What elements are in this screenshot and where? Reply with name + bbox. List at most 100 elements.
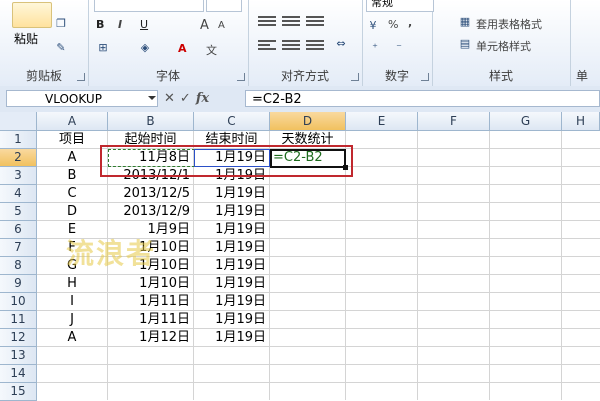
column-header-a[interactable]: A: [37, 112, 108, 131]
align-middle-icon[interactable]: [282, 14, 300, 28]
table-format-button[interactable]: 套用表格格式: [476, 16, 542, 32]
insert-function-icon[interactable]: fx: [196, 90, 209, 107]
row-header-14[interactable]: 14: [0, 365, 37, 383]
number-format-select[interactable]: 常规: [366, 0, 434, 12]
cell-b4[interactable]: 2013/12/5: [108, 185, 194, 203]
formula-input[interactable]: =C2-B2: [245, 90, 600, 107]
cell-a3[interactable]: B: [37, 167, 108, 185]
increase-decimal-icon[interactable]: ⁺: [368, 42, 382, 54]
paste-icon[interactable]: [12, 2, 52, 28]
column-header-d[interactable]: D: [270, 112, 346, 131]
format-painter-icon[interactable]: ✎: [54, 42, 68, 54]
formula-bar-buttons: ✕ ✓ fx: [164, 90, 214, 107]
row-header-7[interactable]: 7: [0, 239, 37, 257]
row-header-9[interactable]: 9: [0, 275, 37, 293]
select-all-corner[interactable]: [0, 112, 37, 131]
font-launcher-icon[interactable]: [237, 73, 245, 81]
row-header-2[interactable]: 2: [0, 149, 37, 167]
merge-icon[interactable]: ⇔: [334, 38, 348, 50]
cell-a11[interactable]: J: [37, 311, 108, 329]
align-bottom-icon[interactable]: [306, 14, 324, 28]
row-header-4[interactable]: 4: [0, 185, 37, 203]
row-header-11[interactable]: 11: [0, 311, 37, 329]
cell-c11[interactable]: 1月19日: [194, 311, 270, 329]
row-header-5[interactable]: 5: [0, 203, 37, 221]
font-color-button[interactable]: A: [178, 42, 187, 55]
table-format-icon[interactable]: ▦: [458, 16, 472, 28]
cell-a2[interactable]: A: [37, 149, 108, 167]
cell-a10[interactable]: I: [37, 293, 108, 311]
styles-group-label: 样式: [488, 69, 513, 83]
name-box-dropdown-icon[interactable]: [148, 96, 156, 100]
cell-c7[interactable]: 1月19日: [194, 239, 270, 257]
row-header-3[interactable]: 3: [0, 167, 37, 185]
cell-c10[interactable]: 1月19日: [194, 293, 270, 311]
cell-b9[interactable]: 1月10日: [108, 275, 194, 293]
cell-b5[interactable]: 2013/12/9: [108, 203, 194, 221]
comma-button[interactable]: ,: [408, 16, 412, 29]
align-left-icon[interactable]: [258, 38, 276, 52]
fill-color-icon[interactable]: ◈: [138, 42, 152, 54]
name-box[interactable]: VLOOKUP: [6, 90, 158, 107]
cell-a4[interactable]: C: [37, 185, 108, 203]
ribbon: 粘贴 ❐ ✎ 剪贴板 B I U A A ⊞ ◈ A 文 字体 ⇔ 对齐方式 常…: [0, 0, 600, 87]
row-header-8[interactable]: 8: [0, 257, 37, 275]
row-header-15[interactable]: 15: [0, 383, 37, 401]
cell-a5[interactable]: D: [37, 203, 108, 221]
cell-b12[interactable]: 1月12日: [108, 329, 194, 347]
row-header-6[interactable]: 6: [0, 221, 37, 239]
column-header-e[interactable]: E: [346, 112, 418, 131]
copy-icon[interactable]: ❐: [54, 18, 68, 30]
number-launcher-icon[interactable]: [421, 73, 429, 81]
enter-formula-icon[interactable]: ✓: [180, 90, 191, 107]
underline-button[interactable]: U: [140, 18, 148, 31]
clipboard-group-label: 剪贴板: [25, 69, 62, 83]
font-name-select[interactable]: [94, 0, 204, 12]
cell-styles-button[interactable]: 单元格样式: [476, 38, 531, 54]
percent-button[interactable]: %: [388, 18, 398, 31]
cancel-formula-icon[interactable]: ✕: [164, 90, 175, 107]
cell-c6[interactable]: 1月19日: [194, 221, 270, 239]
currency-icon[interactable]: ¥: [366, 20, 380, 32]
alignment-group: ⇔ 对齐方式: [248, 0, 363, 86]
paste-button[interactable]: 粘贴: [14, 30, 38, 47]
cell-b10[interactable]: 1月11日: [108, 293, 194, 311]
cell-c5[interactable]: 1月19日: [194, 203, 270, 221]
font-size-select[interactable]: [206, 0, 242, 12]
decrease-decimal-icon[interactable]: ⁻: [392, 42, 406, 54]
column-header-b[interactable]: B: [108, 112, 194, 131]
cell-c4[interactable]: 1月19日: [194, 185, 270, 203]
grow-font-button[interactable]: A: [200, 18, 209, 33]
number-group: 常规 ¥ % , ⁺ ⁻ 数字: [362, 0, 434, 86]
column-header-f[interactable]: F: [418, 112, 490, 131]
alignment-launcher-icon[interactable]: [351, 73, 359, 81]
clipboard-group: 粘贴 ❐ ✎ 剪贴板: [0, 0, 89, 86]
italic-button[interactable]: I: [118, 18, 122, 31]
alignment-group-label: 对齐方式: [280, 69, 329, 83]
cell-a1[interactable]: 项目: [37, 131, 108, 149]
column-header-h[interactable]: H: [562, 112, 600, 131]
row-header-1[interactable]: 1: [0, 131, 37, 149]
cells-group: 单: [570, 0, 600, 86]
align-top-icon[interactable]: [258, 14, 276, 28]
shrink-font-button[interactable]: A: [218, 20, 225, 31]
row-header-10[interactable]: 10: [0, 293, 37, 311]
row-header-13[interactable]: 13: [0, 347, 37, 365]
column-header-g[interactable]: G: [490, 112, 562, 131]
cell-c8[interactable]: 1月19日: [194, 257, 270, 275]
bold-button[interactable]: B: [96, 18, 104, 31]
cell-c9[interactable]: 1月19日: [194, 275, 270, 293]
cell-c12[interactable]: 1月19日: [194, 329, 270, 347]
row-header-12[interactable]: 12: [0, 329, 37, 347]
clipboard-launcher-icon[interactable]: [77, 73, 85, 81]
align-center-icon[interactable]: [282, 38, 300, 52]
align-right-icon[interactable]: [306, 38, 324, 52]
cell-a9[interactable]: H: [37, 275, 108, 293]
watermark-text: 流浪者: [66, 237, 157, 270]
cell-styles-icon[interactable]: ▤: [458, 38, 472, 50]
border-icon[interactable]: ⊞: [96, 42, 110, 54]
phonetic-icon[interactable]: 文: [206, 42, 217, 58]
cell-a12[interactable]: A: [37, 329, 108, 347]
cell-b11[interactable]: 1月11日: [108, 311, 194, 329]
column-header-c[interactable]: C: [194, 112, 270, 131]
